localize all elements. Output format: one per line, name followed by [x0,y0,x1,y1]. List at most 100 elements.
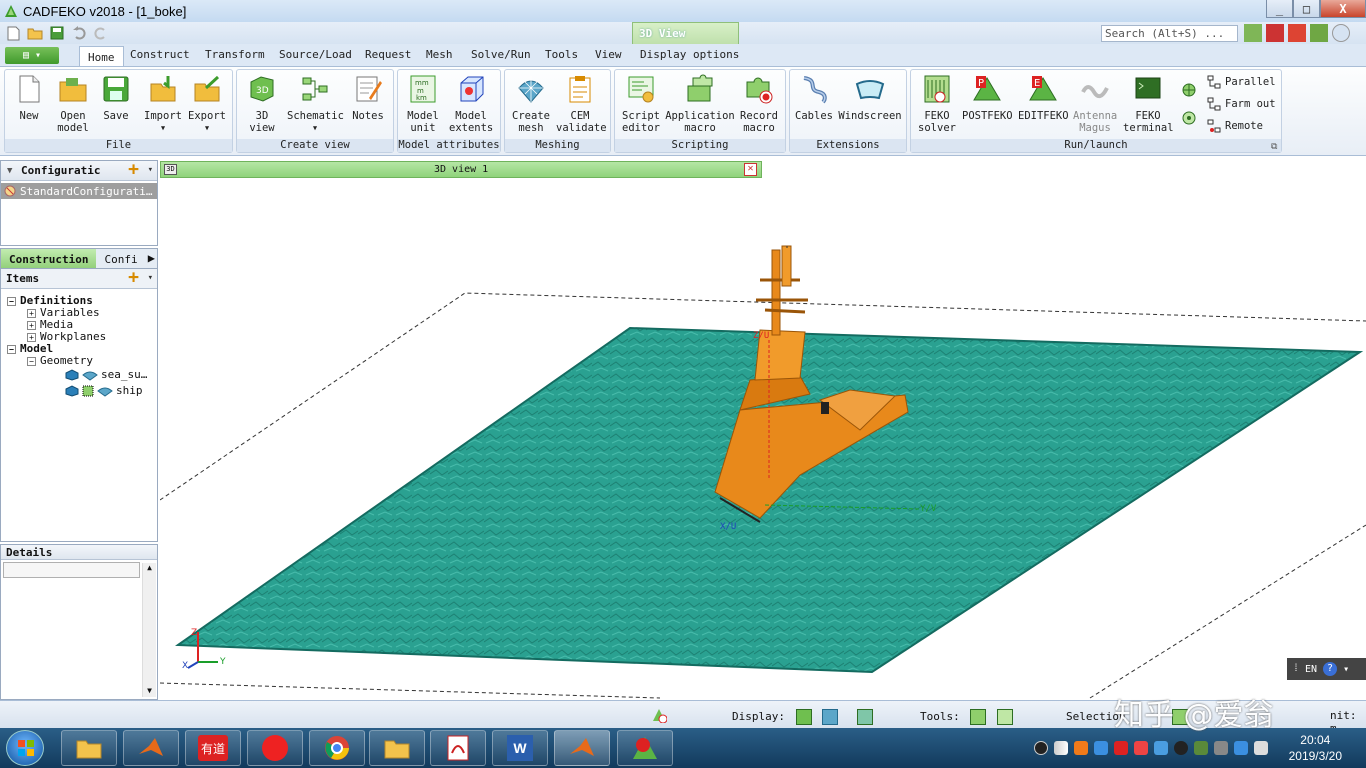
tab-home[interactable]: Home [79,46,124,67]
language-help-icon[interactable]: ? [1323,662,1338,676]
taskbar-netease-music[interactable] [247,730,303,766]
cables-button[interactable]: Cables [795,74,833,122]
clock[interactable]: 20:04 2019/3/20 [1289,732,1342,764]
import-button[interactable]: Import ▾ [144,74,182,134]
volume-icon[interactable] [1254,741,1268,755]
tray-icon-7[interactable] [1214,741,1228,755]
collapse-arrow-icon[interactable]: ▼ [7,166,17,176]
save-icon[interactable] [48,24,66,42]
signal-icon[interactable] [1054,741,1068,755]
tray-icon-1[interactable] [1034,741,1048,755]
postfeko-small-icon[interactable] [1266,24,1284,42]
antenna-magus-button[interactable]: Antenna Magus [1073,74,1117,134]
tab-construction[interactable]: Construction [1,249,97,268]
minimize-button[interactable]: _ [1266,0,1293,18]
postfeko-button[interactable]: P POSTFEKO [962,74,1013,122]
tray-icon-4[interactable] [1134,741,1148,755]
record-macro-button[interactable]: Record macro [739,74,779,134]
tab-scroll-right-icon[interactable]: ▶ [148,251,155,265]
schematic-button[interactable]: Schematic ▾ [287,74,344,134]
tray-icon-2[interactable] [1074,741,1088,755]
windscreen-button[interactable]: Windscreen [838,74,902,122]
taskbar-youdao[interactable]: 有道 [185,730,241,766]
3d-view-button[interactable]: 3D 3D view [245,74,279,134]
close-button[interactable]: X [1320,0,1366,18]
tools-snap-icon[interactable] [970,709,987,725]
tab-construct[interactable]: Construct [130,48,190,61]
undo-icon[interactable] [70,24,88,42]
tab-tools[interactable]: Tools [545,48,578,61]
taskbar-cadfeko[interactable] [617,730,673,766]
expand-icon[interactable]: + [27,332,36,342]
selection-label[interactable]: Selection [1066,710,1126,723]
maximize-button[interactable]: □ [1293,0,1320,18]
3d-viewport[interactable]: Y/V Z/U X/U Z Y X [159,180,1366,700]
display-options-icon[interactable] [856,709,873,725]
scroll-down-icon[interactable]: ▼ [143,686,156,695]
collapse-icon[interactable]: − [7,344,16,354]
close-view-icon[interactable]: ✕ [744,163,757,176]
qq-icon[interactable] [1174,741,1188,755]
cem-validate-button[interactable]: CEM validate [556,74,607,134]
items-dropdown-icon[interactable]: ▾ [148,273,153,283]
details-scrollbar[interactable]: ▲ ▼ [142,563,156,697]
taskbar-matlab-active[interactable] [554,730,610,766]
settings-small-icon[interactable] [1310,24,1328,42]
editfeko-button[interactable]: E EDITFEKO [1018,74,1069,122]
redo-icon[interactable] [92,24,110,42]
application-menu-button[interactable]: ▤ ▾ [5,47,59,64]
feko-solver-small-icon[interactable] [1244,24,1262,42]
help-small-icon[interactable] [1332,24,1350,42]
tray-icon-5[interactable] [1154,741,1168,755]
tab-mesh[interactable]: Mesh [426,48,453,61]
search-box[interactable]: Search (Alt+S) ... [1101,25,1238,42]
start-button[interactable] [6,730,44,766]
3d-view-tab[interactable]: 3D 3D view 1 ✕ [160,161,762,178]
scene-svg[interactable]: Y/V Z/U X/U Z Y X [159,180,1366,700]
farm-out-button[interactable]: Farm out [1207,97,1276,111]
configuration-item[interactable]: StandardConfigurati… [1,183,157,199]
contextual-tab-3d-view[interactable]: 3D View [632,22,739,44]
scroll-up-icon[interactable]: ▲ [143,563,156,572]
tree-node-sea-surface[interactable]: sea_su… [65,369,147,381]
new-file-icon[interactable] [4,24,22,42]
configuration-dropdown-icon[interactable]: ▾ [148,165,153,175]
taskbar-acrobat[interactable] [430,730,486,766]
script-editor-button[interactable]: Script editor [620,74,662,134]
create-mesh-button[interactable]: Create mesh [511,74,551,134]
open-model-button[interactable]: Open model [55,74,91,134]
details-field[interactable] [3,562,140,578]
tab-request[interactable]: Request [365,48,411,61]
parallel-button[interactable]: Parallel [1207,75,1276,89]
solver-status-icon[interactable] [651,707,667,723]
model-extents-button[interactable]: Model extents [449,74,493,134]
tray-icon-3[interactable] [1114,741,1128,755]
remote-button[interactable]: Remote [1207,119,1263,133]
tab-source-load[interactable]: Source/Load [279,48,352,61]
tray-icon-6[interactable] [1194,741,1208,755]
add-configuration-icon[interactable]: + [128,159,139,180]
selection-mode-icon[interactable] [1172,709,1189,725]
language-bar[interactable]: ⁞ EN ? ▾ [1287,658,1366,680]
tree-node-geometry[interactable]: − Geometry [27,355,93,367]
launch-options-icon[interactable] [1181,110,1197,126]
expand-icon[interactable]: + [27,308,36,318]
tab-transform[interactable]: Transform [205,48,265,61]
network-icon[interactable] [1234,741,1248,755]
language-code[interactable]: EN [1305,664,1317,675]
tab-configuration[interactable]: Confi [96,249,145,268]
tab-display-options[interactable]: Display options [640,48,739,61]
new-button[interactable]: New [14,74,44,122]
taskbar-chrome[interactable] [309,730,365,766]
open-folder-icon[interactable] [26,24,44,42]
tab-view[interactable]: View [595,48,622,61]
taskbar-matlab[interactable] [123,730,179,766]
collapse-icon[interactable]: − [7,296,16,306]
application-macro-button[interactable]: Application macro [665,74,735,134]
taskbar-folder[interactable] [369,730,425,766]
display-solid-icon[interactable] [795,709,812,725]
feko-solver-button[interactable]: FEKO solver [918,74,956,134]
expand-icon[interactable]: + [27,320,36,330]
export-button[interactable]: Export ▾ [188,74,226,134]
notes-button[interactable]: Notes [351,74,385,122]
